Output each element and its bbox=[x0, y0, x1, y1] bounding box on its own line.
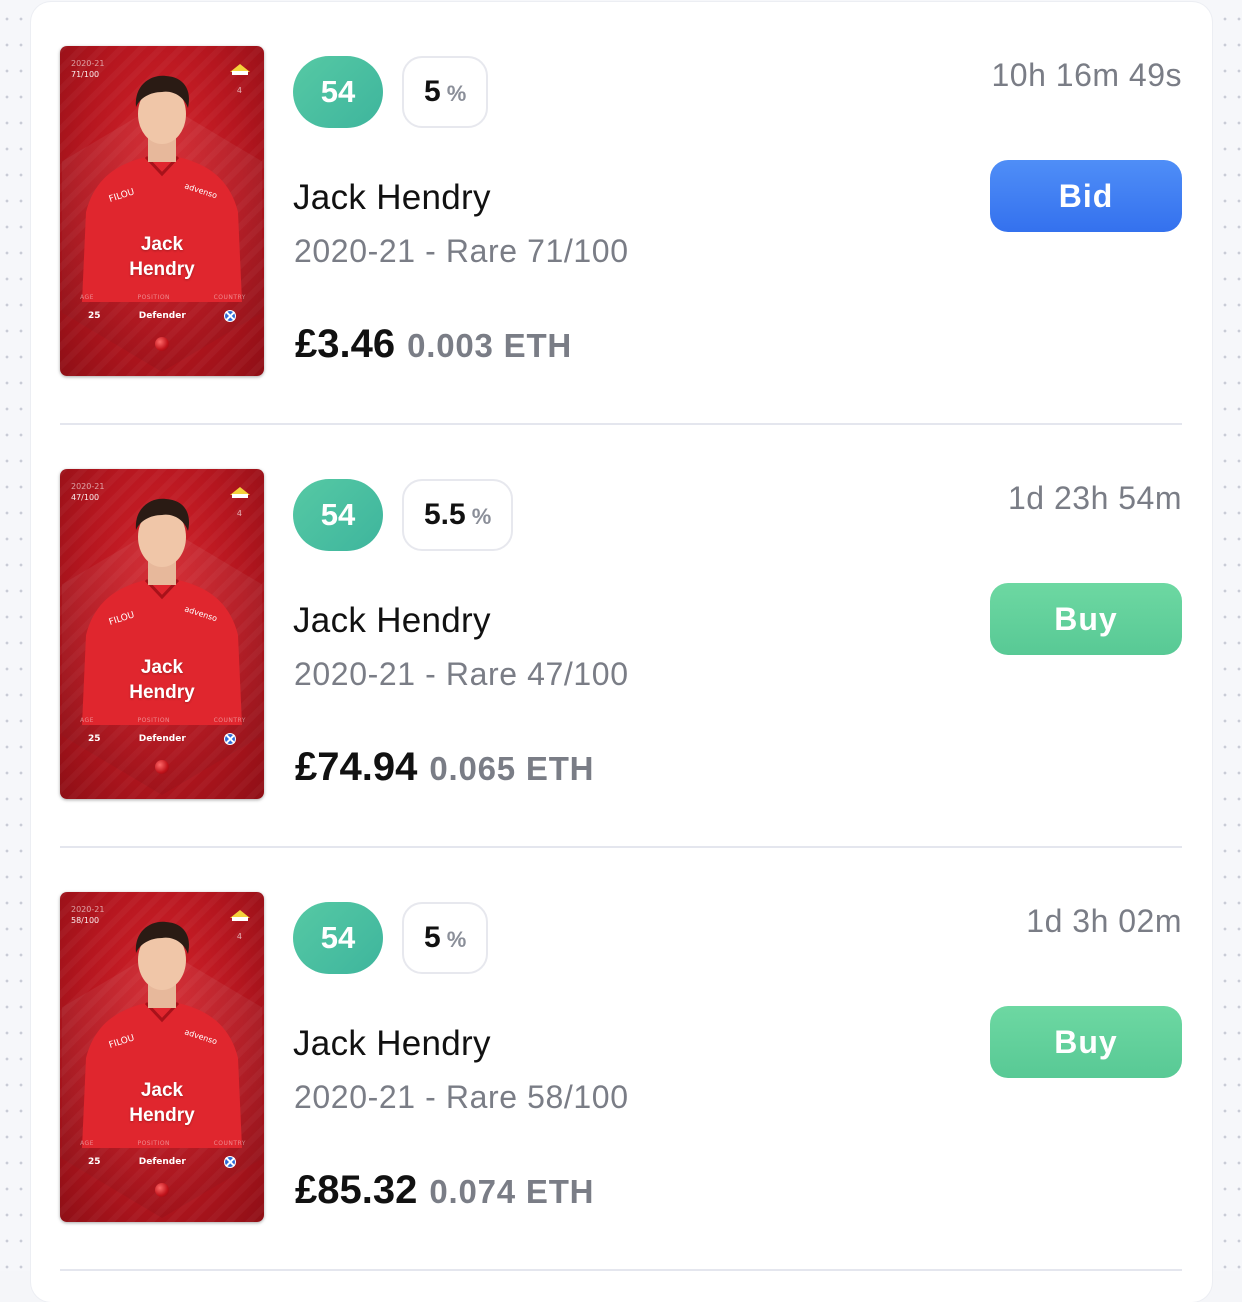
price-gbp: £85.32 bbox=[295, 1168, 418, 1212]
card-season: 2020-21 71/100 bbox=[71, 58, 104, 80]
card-serial: 47/100 bbox=[71, 493, 100, 502]
card-season-text: 2020-21 bbox=[71, 59, 105, 68]
listing-row[interactable]: FILOU advenso 2020-21 47/100 4 Jack Hend… bbox=[60, 425, 1182, 848]
card-position: Defender bbox=[138, 734, 186, 744]
bonus-value: 5 bbox=[424, 75, 441, 108]
time-left: 1d 3h 02m bbox=[1026, 903, 1182, 939]
card-season-text: 2020-21 bbox=[71, 482, 105, 491]
scotland-flag-icon bbox=[224, 1156, 236, 1168]
club-logo-icon bbox=[230, 64, 250, 75]
price-gbp: £74.94 bbox=[295, 745, 418, 789]
price-row: £3.46 0.003 ETH bbox=[295, 322, 572, 367]
card-last-name: Hendry bbox=[129, 682, 195, 703]
card-first-name: Jack bbox=[140, 657, 184, 678]
scotland-flag-icon bbox=[224, 733, 236, 745]
rarity-ball-icon bbox=[155, 337, 169, 351]
card-age: 25 bbox=[88, 734, 101, 744]
age-label: AGE bbox=[80, 717, 94, 724]
card-season-text: 2020-21 bbox=[71, 905, 105, 914]
card-serial: 58/100 bbox=[71, 916, 100, 925]
country-label: COUNTRY bbox=[213, 1140, 246, 1147]
score-badge: 54 bbox=[293, 479, 383, 551]
position-label: POSITION bbox=[137, 717, 171, 724]
listings-panel: FILOU advenso 2020-21 71/100 4 Jack Hend… bbox=[31, 2, 1212, 1302]
card-serial: 71/100 bbox=[71, 70, 100, 79]
bonus-value: 5.5 bbox=[424, 498, 466, 531]
player-card-image[interactable]: FILOU advenso 2020-21 58/100 4 Jack Hend… bbox=[60, 892, 264, 1222]
percent-icon: % bbox=[471, 504, 492, 529]
player-name[interactable]: Jack Hendry bbox=[293, 178, 491, 218]
card-last-name: Hendry bbox=[129, 259, 195, 280]
badges: 54 5 % bbox=[293, 902, 489, 974]
bonus-badge: 5 % bbox=[402, 56, 489, 128]
card-position: Defender bbox=[138, 1157, 186, 1167]
buy-button[interactable]: Buy bbox=[990, 1006, 1182, 1078]
position-label: POSITION bbox=[137, 294, 171, 301]
card-last-name: Hendry bbox=[129, 1105, 195, 1126]
position-label: POSITION bbox=[137, 1140, 171, 1147]
bonus-badge: 5 % bbox=[402, 902, 489, 974]
club-logo-icon bbox=[230, 487, 250, 498]
percent-icon: % bbox=[446, 927, 467, 952]
scotland-flag-icon bbox=[224, 310, 236, 322]
rarity-ball-icon bbox=[155, 1183, 169, 1197]
card-stat-values: 25 Defender bbox=[88, 733, 236, 745]
card-position: Defender bbox=[138, 311, 186, 321]
listing-row[interactable]: FILOU advenso 2020-21 58/100 4 Jack Hend… bbox=[60, 848, 1182, 1271]
card-edition: 2020-21 - Rare 58/100 bbox=[294, 1079, 629, 1115]
buy-button[interactable]: Buy bbox=[990, 583, 1182, 655]
country-label: COUNTRY bbox=[213, 294, 246, 301]
badges: 54 5.5 % bbox=[293, 479, 514, 551]
score-badge: 54 bbox=[293, 56, 383, 128]
price-eth: 0.065 ETH bbox=[429, 750, 595, 787]
listing-row[interactable]: FILOU advenso 2020-21 71/100 4 Jack Hend… bbox=[60, 2, 1182, 425]
badges: 54 5 % bbox=[293, 56, 489, 128]
score-badge: 54 bbox=[293, 902, 383, 974]
card-age: 25 bbox=[88, 311, 101, 321]
club-logo-icon bbox=[230, 910, 250, 921]
price-eth: 0.074 ETH bbox=[429, 1173, 595, 1210]
card-player-name: Jack Hendry bbox=[60, 655, 264, 705]
country-label: COUNTRY bbox=[213, 717, 246, 724]
card-first-name: Jack bbox=[140, 234, 184, 255]
card-edition: 2020-21 - Rare 47/100 bbox=[294, 656, 629, 692]
price-row: £85.32 0.074 ETH bbox=[295, 1168, 594, 1213]
card-stat-values: 25 Defender bbox=[88, 1156, 236, 1168]
age-label: AGE bbox=[80, 294, 94, 301]
rarity-ball-icon bbox=[155, 760, 169, 774]
bonus-value: 5 bbox=[424, 921, 441, 954]
card-stat-values: 25 Defender bbox=[88, 310, 236, 322]
age-label: AGE bbox=[80, 1140, 94, 1147]
card-stat-labels: AGE POSITION COUNTRY bbox=[80, 294, 246, 301]
price-row: £74.94 0.065 ETH bbox=[295, 745, 594, 790]
card-stat-labels: AGE POSITION COUNTRY bbox=[80, 717, 246, 724]
player-name[interactable]: Jack Hendry bbox=[293, 601, 491, 641]
card-jersey-number: 4 bbox=[236, 86, 242, 95]
card-jersey-number: 4 bbox=[236, 509, 242, 518]
percent-icon: % bbox=[446, 81, 467, 106]
card-season: 2020-21 58/100 bbox=[71, 904, 104, 926]
time-left: 1d 23h 54m bbox=[1007, 480, 1182, 516]
card-jersey-number: 4 bbox=[236, 932, 242, 941]
card-stat-labels: AGE POSITION COUNTRY bbox=[80, 1140, 246, 1147]
player-card-image[interactable]: FILOU advenso 2020-21 47/100 4 Jack Hend… bbox=[60, 469, 264, 799]
bid-button[interactable]: Bid bbox=[990, 160, 1182, 232]
time-left: 10h 16m 49s bbox=[991, 57, 1182, 93]
player-name[interactable]: Jack Hendry bbox=[293, 1024, 491, 1064]
player-card-image[interactable]: FILOU advenso 2020-21 71/100 4 Jack Hend… bbox=[60, 46, 264, 376]
card-edition: 2020-21 - Rare 71/100 bbox=[294, 233, 629, 269]
card-player-name: Jack Hendry bbox=[60, 232, 264, 282]
card-first-name: Jack bbox=[140, 1080, 184, 1101]
price-eth: 0.003 ETH bbox=[407, 327, 573, 364]
bonus-badge: 5.5 % bbox=[402, 479, 514, 551]
card-season: 2020-21 47/100 bbox=[71, 481, 104, 503]
price-gbp: £3.46 bbox=[295, 322, 396, 366]
card-age: 25 bbox=[88, 1157, 101, 1167]
card-player-name: Jack Hendry bbox=[60, 1078, 264, 1128]
